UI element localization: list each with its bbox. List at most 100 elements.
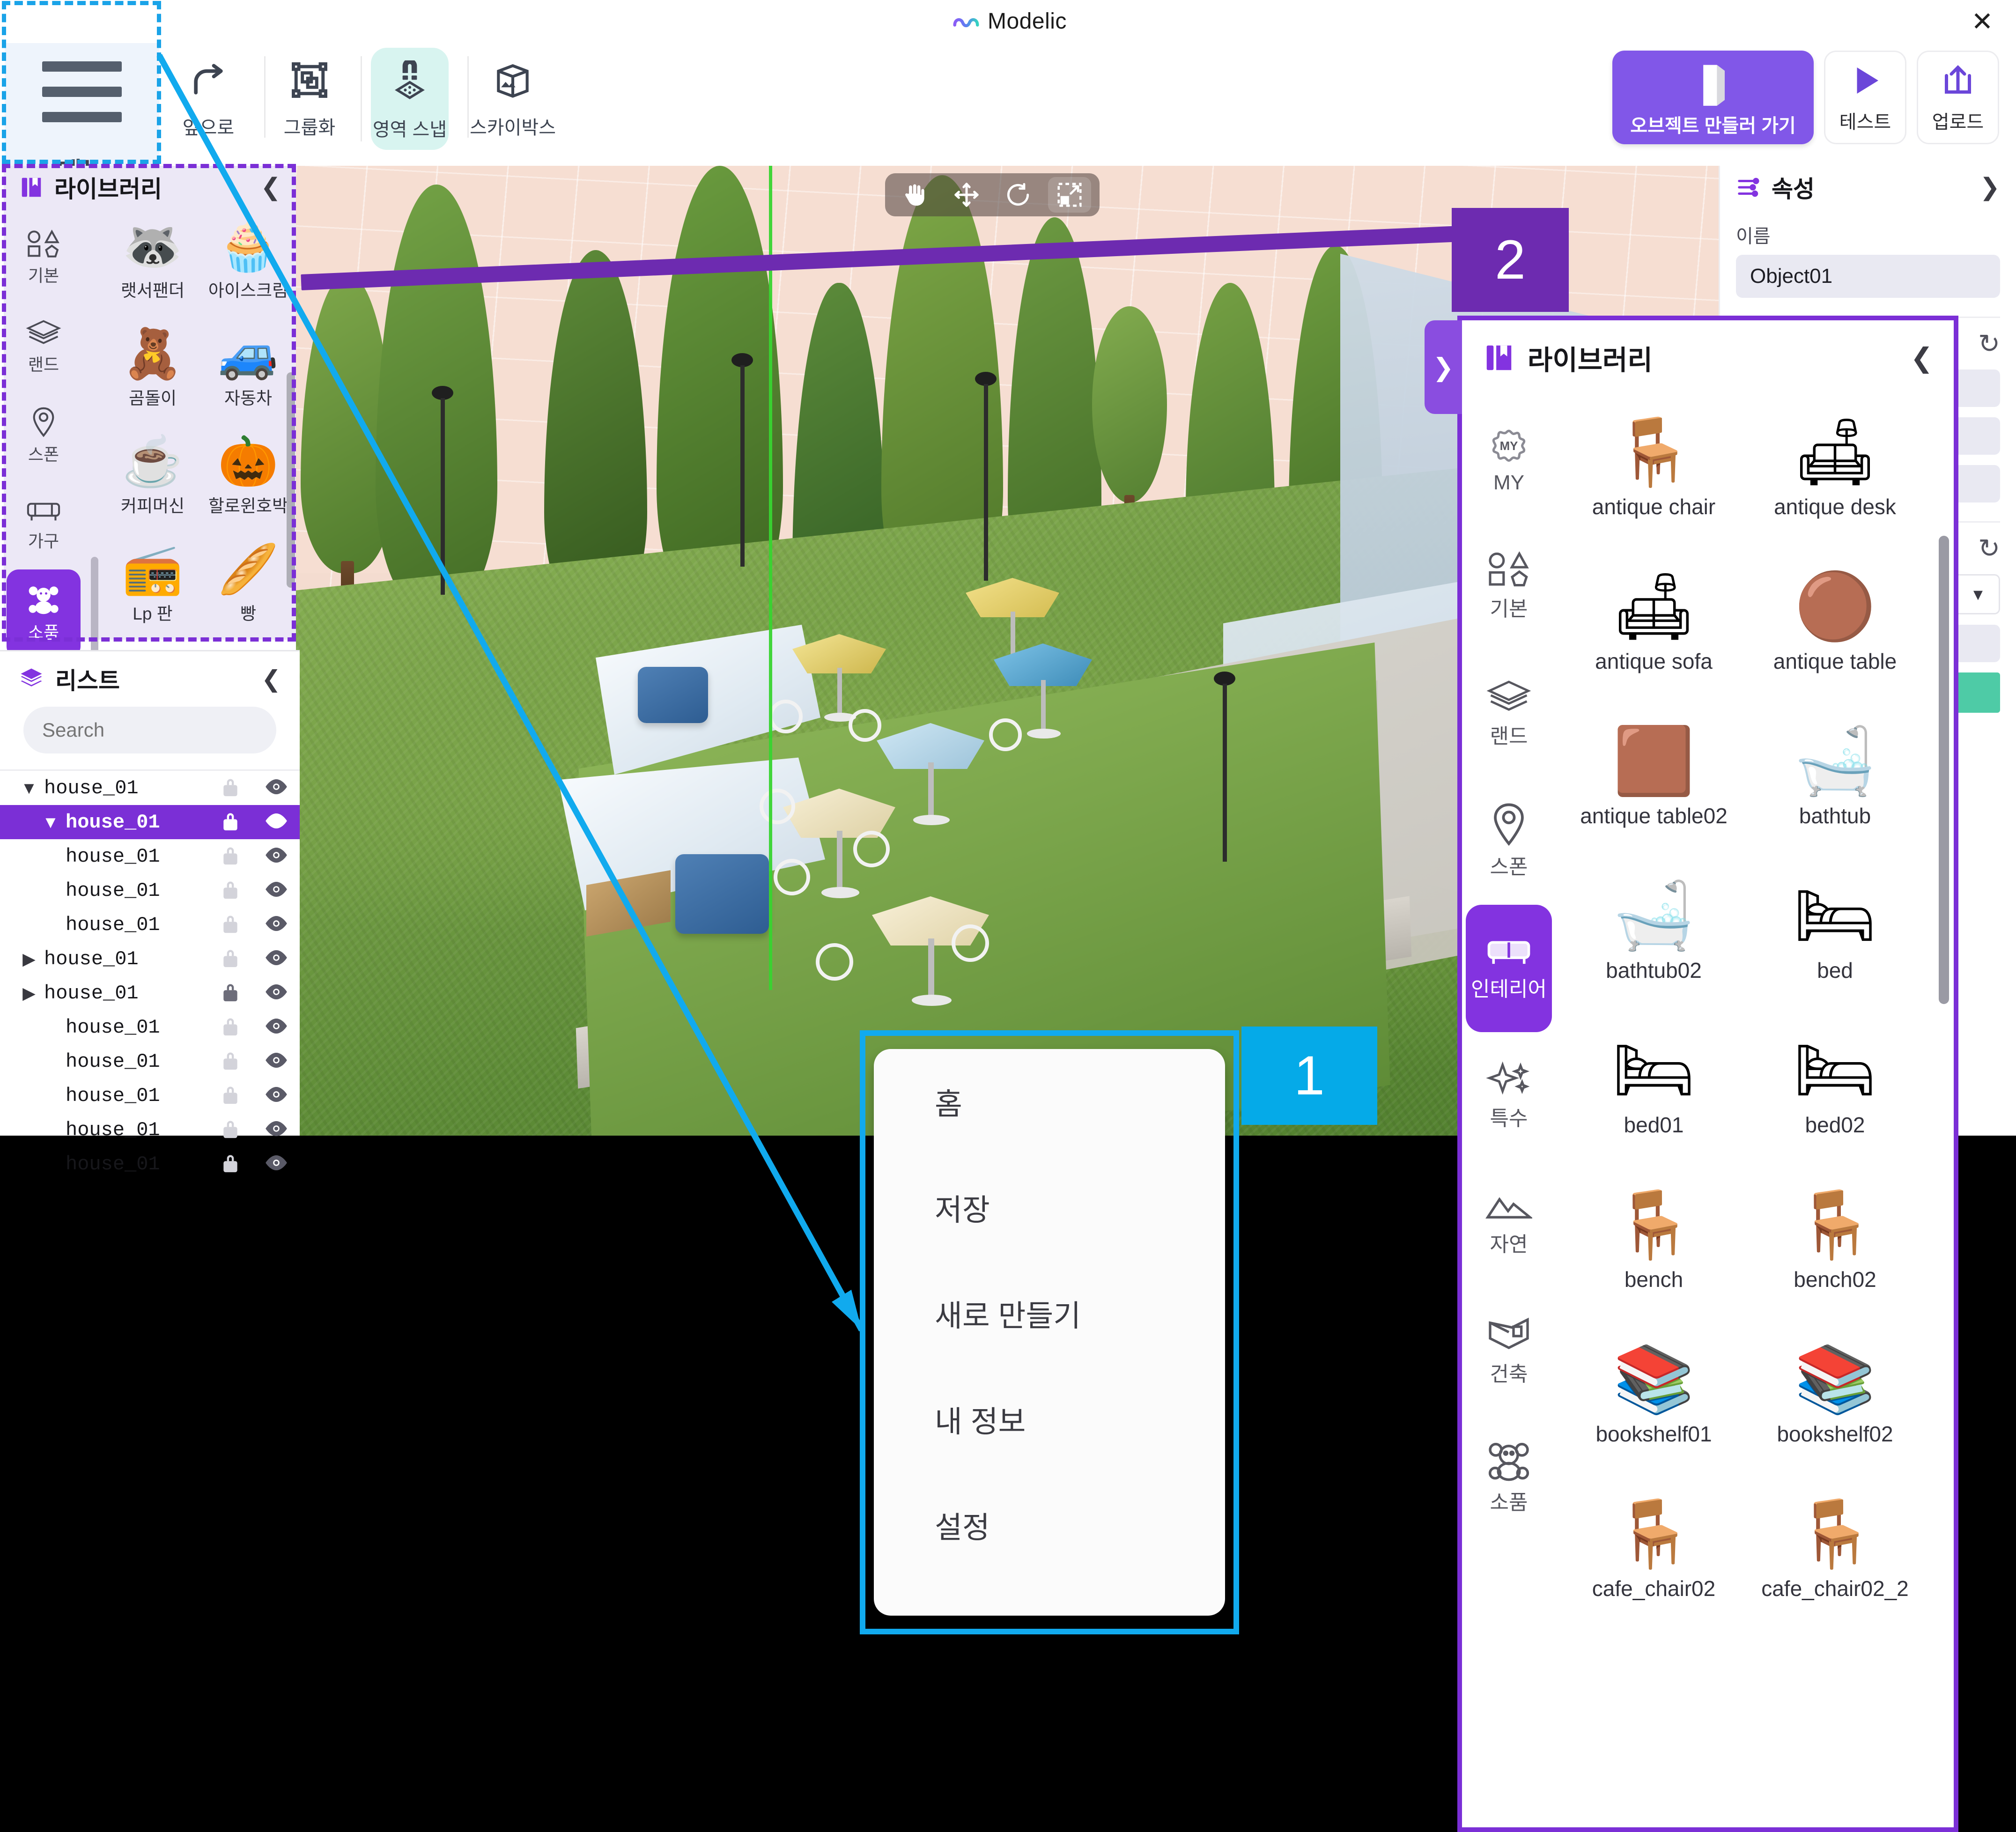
tool-group[interactable]: 그룹화 bbox=[264, 48, 345, 146]
library-right-item[interactable]: 🛁 bathtub02 bbox=[1563, 872, 1744, 1027]
eye-icon[interactable] bbox=[253, 949, 300, 968]
item-thumbnail: 🪑 bbox=[1613, 415, 1695, 488]
library-right-item[interactable]: 🛋 antique desk bbox=[1744, 408, 1926, 563]
chevron-right-icon[interactable]: ❯ bbox=[1979, 173, 2000, 201]
library-right-item[interactable]: 🪑 bench bbox=[1563, 1181, 1744, 1336]
lock-icon[interactable] bbox=[208, 946, 253, 971]
lock-icon[interactable] bbox=[208, 844, 253, 869]
list-item[interactable]: house_01 bbox=[0, 1044, 300, 1079]
eye-icon[interactable] bbox=[253, 1086, 300, 1105]
pan-hand-tool[interactable] bbox=[894, 177, 937, 213]
search-box[interactable] bbox=[23, 707, 295, 753]
upload-button[interactable]: 업로드 bbox=[1917, 51, 1999, 144]
library-right-item[interactable]: 🪑 cafe_chair02 bbox=[1563, 1490, 1744, 1645]
lock-icon[interactable] bbox=[208, 981, 253, 1005]
eye-icon[interactable] bbox=[253, 983, 300, 1003]
library-right-cat-spawn[interactable]: 스폰 bbox=[1466, 777, 1552, 905]
list-item[interactable]: ▶ house_01 bbox=[0, 976, 300, 1010]
lock-icon[interactable] bbox=[208, 1117, 253, 1142]
library-right-expand-tab[interactable]: ❯ bbox=[1425, 320, 1462, 414]
reset-icon[interactable]: ↻ bbox=[1978, 328, 2000, 359]
list-item[interactable]: house_01 bbox=[0, 839, 300, 873]
list-item[interactable]: ▶ house_01 bbox=[0, 942, 300, 976]
menu-popup-highlight bbox=[860, 1030, 1239, 1634]
list-item[interactable]: house_01 bbox=[0, 1079, 300, 1113]
move-tool[interactable] bbox=[945, 177, 988, 213]
scale-tool[interactable] bbox=[1048, 177, 1091, 213]
reset-icon[interactable]: ↻ bbox=[1978, 533, 2000, 564]
library-right-scrollbar[interactable] bbox=[1939, 536, 1949, 1004]
library-right-item[interactable]: 🛁 bathtub bbox=[1744, 717, 1926, 872]
lock-icon[interactable] bbox=[208, 1152, 253, 1176]
lock-icon[interactable] bbox=[208, 1015, 253, 1040]
eye-icon[interactable] bbox=[253, 1018, 300, 1037]
library-right-item[interactable]: 🪑 antique chair bbox=[1563, 408, 1744, 563]
library-right-item[interactable]: 🟫 antique table02 bbox=[1563, 717, 1744, 872]
library-right-cat-props[interactable]: 소품 bbox=[1466, 1414, 1552, 1542]
layers-icon bbox=[21, 668, 42, 687]
library-right-cat-my[interactable]: MY MY bbox=[1466, 395, 1552, 523]
test-button[interactable]: 테스트 bbox=[1824, 51, 1906, 144]
list-item-label: house_01 bbox=[66, 1152, 160, 1175]
street-lamp-prop bbox=[432, 386, 453, 595]
close-icon[interactable]: ✕ bbox=[1967, 7, 1997, 37]
chevron-left-icon[interactable]: ❮ bbox=[1910, 342, 1933, 374]
lock-icon[interactable] bbox=[208, 878, 253, 903]
library-right-item[interactable]: 🛏 bed01 bbox=[1563, 1027, 1744, 1181]
lock-icon[interactable] bbox=[208, 912, 253, 937]
search-input[interactable] bbox=[42, 719, 295, 741]
library-right-cat-architecture[interactable]: 건축 bbox=[1466, 1287, 1552, 1414]
lock-icon[interactable] bbox=[208, 1083, 253, 1108]
lock-icon[interactable] bbox=[208, 1049, 253, 1074]
lock-icon[interactable] bbox=[208, 776, 253, 800]
library-right-item[interactable]: 🪑 bench02 bbox=[1744, 1181, 1926, 1336]
tool-forward[interactable]: 앞으로 bbox=[173, 48, 244, 146]
list-item[interactable]: ▼ house_01 bbox=[0, 771, 300, 805]
name-field[interactable]: Object01 bbox=[1736, 255, 2000, 298]
lock-icon[interactable] bbox=[208, 810, 253, 835]
twisty-open-icon[interactable]: ▼ bbox=[36, 813, 66, 832]
app-brand: Modelic bbox=[953, 8, 1067, 34]
street-lamp-prop bbox=[1214, 672, 1235, 862]
list-item[interactable]: house_01 bbox=[0, 1113, 300, 1147]
library-right-item[interactable]: 🪑 cafe_chair02_2 bbox=[1744, 1490, 1926, 1645]
eye-icon[interactable] bbox=[253, 881, 300, 900]
library-right-item[interactable]: 🛏 bed02 bbox=[1744, 1027, 1926, 1181]
list-item[interactable]: house_01 bbox=[0, 1010, 300, 1044]
chair-prop bbox=[769, 700, 803, 733]
list-item[interactable]: house_01 bbox=[0, 1147, 300, 1181]
umbrella-prop bbox=[966, 578, 1059, 666]
item-thumbnail: 🛏 bbox=[1612, 1033, 1696, 1107]
twisty-closed-icon[interactable]: ▶ bbox=[14, 983, 44, 1003]
eye-icon[interactable] bbox=[253, 1154, 300, 1174]
list-item[interactable]: house_01 bbox=[0, 873, 300, 908]
library-right-item[interactable]: 📚 bookshelf01 bbox=[1563, 1336, 1744, 1490]
tool-skybox[interactable]: 스카이박스 bbox=[467, 48, 556, 146]
library-right-item[interactable]: 🟤 antique table bbox=[1744, 563, 1926, 717]
eye-icon[interactable] bbox=[253, 915, 300, 934]
library-right-cat-nature[interactable]: 자연 bbox=[1466, 1160, 1552, 1287]
eye-icon[interactable] bbox=[253, 813, 300, 832]
twisty-open-icon[interactable]: ▼ bbox=[14, 778, 44, 798]
library-right-cat-land[interactable]: 랜드 bbox=[1466, 650, 1552, 777]
library-right-cat-special[interactable]: 특수 bbox=[1466, 1032, 1552, 1160]
create-object-button[interactable]: 오브젝트 만들러 가기 bbox=[1612, 51, 1814, 144]
rotate-tool[interactable] bbox=[997, 177, 1040, 213]
item-thumbnail: 🛁 bbox=[1613, 879, 1695, 952]
library-right-cat-basic[interactable]: 기본 bbox=[1466, 523, 1552, 650]
library-right-item[interactable]: 🛋 antique sofa bbox=[1563, 563, 1744, 717]
item-label: antique table bbox=[1773, 649, 1897, 673]
list-item[interactable]: house_01 bbox=[0, 908, 300, 942]
library-right-item[interactable]: 📚 bookshelf02 bbox=[1744, 1336, 1926, 1490]
tool-area-snap[interactable]: 영역 스냅 bbox=[361, 48, 449, 150]
eye-icon[interactable] bbox=[253, 1120, 300, 1139]
eye-icon[interactable] bbox=[253, 847, 300, 866]
library-right-cat-interior[interactable]: 인테리어 bbox=[1466, 905, 1552, 1032]
twisty-closed-icon[interactable]: ▶ bbox=[14, 949, 44, 969]
chevron-left-icon[interactable]: ❮ bbox=[261, 665, 281, 693]
library-left-highlight bbox=[2, 164, 296, 642]
eye-icon[interactable] bbox=[253, 778, 300, 798]
list-item[interactable]: ▼ house_01 bbox=[0, 805, 300, 839]
eye-icon[interactable] bbox=[253, 1052, 300, 1071]
library-right-item[interactable]: 🛏 bed bbox=[1744, 872, 1926, 1027]
